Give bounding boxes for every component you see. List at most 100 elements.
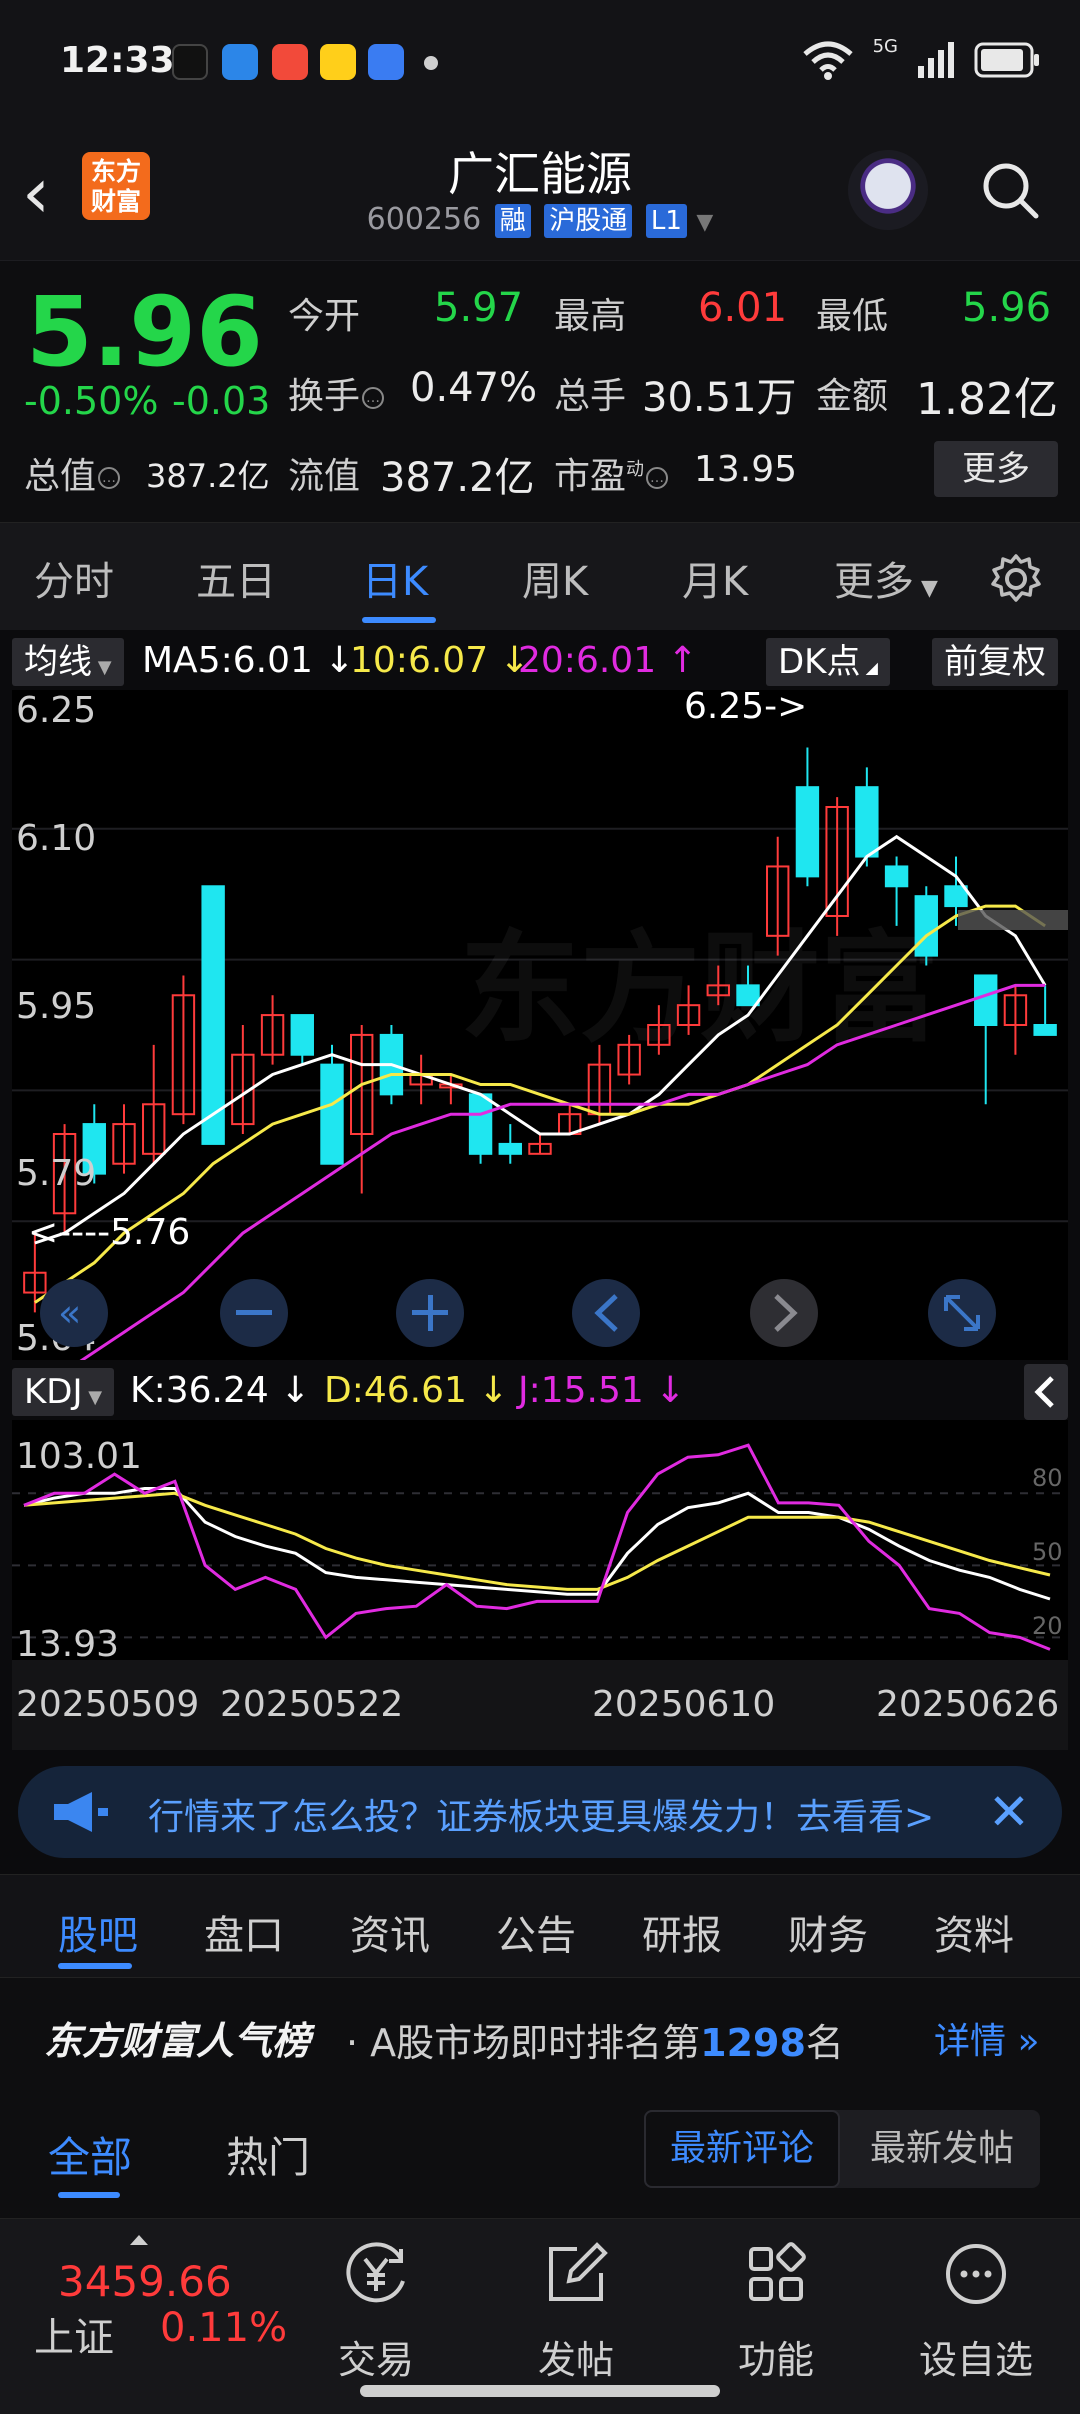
tab-profile[interactable]: 资料 bbox=[934, 1903, 1014, 1961]
rank-detail-link[interactable]: 详情 » bbox=[934, 2012, 1039, 2064]
tab-research[interactable]: 研报 bbox=[642, 1903, 722, 1961]
active-tab-indicator bbox=[362, 617, 436, 623]
kline-y-tick: 5.95 bbox=[16, 986, 96, 1027]
date-label-3: 20250610 bbox=[592, 1684, 775, 1725]
sort-latest-comments[interactable]: 最新评论 bbox=[644, 2110, 840, 2188]
nav-functions-label: 功能 bbox=[737, 2338, 814, 2382]
ma10-text: 10:6.07 bbox=[350, 640, 489, 681]
last-price: 5.96 bbox=[26, 276, 263, 388]
turnover-value: 0.47% bbox=[410, 365, 538, 411]
candle-body bbox=[855, 786, 879, 858]
promo-banner[interactable]: 行情来了怎么投？证券板块更具爆发力！去看看> ✕ bbox=[18, 1766, 1062, 1858]
candle-body bbox=[468, 1093, 493, 1155]
scroll-right-button[interactable] bbox=[750, 1279, 818, 1347]
kdj-indicator-selector[interactable]: KDJ ▼ bbox=[12, 1368, 115, 1416]
ma-indicator-bar: 均线 ▼ MA5:6.01 ↓ 10:6.07 ↓ 20:6.01 ↑ DK点 … bbox=[0, 630, 1080, 690]
kdj-k-text: K:36.24 bbox=[130, 1370, 269, 1411]
tiktok-icon bbox=[172, 44, 208, 80]
high-value: 6.01 bbox=[698, 285, 788, 331]
nav-post-label: 发帖 bbox=[537, 2338, 614, 2382]
open-label: 今开 bbox=[288, 296, 361, 337]
tab-monthly-k[interactable]: 月K bbox=[682, 549, 748, 607]
tab-news[interactable]: 资讯 bbox=[350, 1903, 430, 1961]
dk-label: DK点 bbox=[778, 642, 861, 682]
mktcap-label-text: 总值 bbox=[24, 456, 97, 497]
content-tabs: 股吧 盘口 资讯 公告 研报 财务 资料 bbox=[0, 1874, 1080, 1978]
stock-header: ‹ 东方财富 广汇能源 600256 融 沪股通 L1 ▼ bbox=[0, 130, 1080, 260]
filter-hot[interactable]: 热门 bbox=[226, 2124, 310, 2185]
change-amount: -0.03 bbox=[172, 379, 271, 423]
candle-body bbox=[944, 885, 968, 908]
info-icon[interactable]: … bbox=[98, 467, 121, 489]
candle-body bbox=[736, 984, 760, 1007]
kdj-chart-bg bbox=[12, 1420, 1068, 1660]
collapse-panel-button[interactable] bbox=[1024, 1364, 1068, 1420]
float-value: 387.2亿 bbox=[380, 455, 535, 501]
nav-trade[interactable]: 交易 bbox=[296, 2233, 456, 2382]
tab-five-day[interactable]: 五日 bbox=[196, 549, 276, 607]
expand-up-icon[interactable] bbox=[130, 2235, 148, 2245]
sort-latest-posts[interactable]: 最新发帖 bbox=[844, 2110, 1040, 2188]
ma10-value: 10:6.07 ↓ bbox=[350, 640, 530, 681]
kdj-ymin: 13.93 bbox=[16, 1624, 119, 1665]
rank-text-post: 名 bbox=[805, 2021, 844, 2065]
min-price-note: <----5.76 bbox=[28, 1212, 190, 1253]
assistant-robot-icon[interactable] bbox=[848, 150, 928, 230]
wifi-icon bbox=[802, 41, 853, 80]
period-tabs: 分时 五日 日K 周K 月K 更多 ▼ bbox=[0, 522, 1080, 630]
candle-body bbox=[320, 1063, 344, 1165]
search-icon[interactable] bbox=[980, 160, 1040, 220]
watermark: 东方财富 bbox=[460, 920, 940, 1059]
scroll-left-button[interactable] bbox=[572, 1279, 640, 1347]
nav-functions[interactable]: 功能 bbox=[696, 2233, 856, 2382]
post-filter-row: 全部 热门 最新评论 最新发帖 bbox=[0, 2088, 1080, 2218]
settings-gear-icon[interactable] bbox=[990, 553, 1042, 605]
kdj-d-value: D:46.61 ↓ bbox=[324, 1370, 509, 1411]
info-icon[interactable]: … bbox=[362, 387, 385, 409]
pe-superscript: 动 bbox=[626, 459, 645, 480]
status-time: 12:33 bbox=[60, 40, 175, 81]
candle bbox=[201, 885, 225, 1145]
pe-label: 市盈动… bbox=[554, 447, 669, 499]
index-value[interactable]: 3459.66 bbox=[58, 2257, 232, 2306]
info-icon[interactable]: … bbox=[646, 467, 669, 489]
filter-all[interactable]: 全部 bbox=[48, 2124, 132, 2185]
kdj-indicator-label: KDJ bbox=[24, 1372, 83, 1412]
tab-daily-k[interactable]: 日K bbox=[362, 549, 428, 607]
tab-finance[interactable]: 财务 bbox=[788, 1903, 868, 1961]
tab-weekly-k[interactable]: 周K bbox=[522, 549, 588, 607]
double-chevron-right-icon: » bbox=[1006, 2021, 1040, 2062]
more-circle-icon bbox=[946, 2244, 1006, 2304]
pe-value: 13.95 bbox=[694, 449, 798, 490]
candle-body bbox=[914, 895, 938, 957]
nav-add-watchlist[interactable]: 设自选 bbox=[896, 2233, 1056, 2382]
candle-body bbox=[884, 865, 909, 888]
volume-value: 30.51万 bbox=[642, 375, 797, 421]
dk-point-button[interactable]: DK点 ◢ bbox=[766, 638, 890, 686]
close-icon[interactable]: ✕ bbox=[988, 1782, 1030, 1842]
tab-more[interactable]: 更多 ▼ bbox=[834, 549, 938, 607]
candle-body bbox=[498, 1142, 522, 1155]
tab-order-book[interactable]: 盘口 bbox=[204, 1903, 284, 1961]
adjust-button[interactable]: 前复权 bbox=[932, 638, 1058, 686]
more-notifications-dot bbox=[424, 56, 438, 70]
tab-guba[interactable]: 股吧 bbox=[58, 1903, 138, 1961]
kline-chart[interactable]: 东方财富 6.256.105.955.795.64 6.25-> <----5.… bbox=[0, 690, 1080, 1360]
kdj-chart[interactable]: 103.01 13.93 80 50 20 20250509 20250522 … bbox=[0, 1420, 1080, 1750]
candle-body bbox=[974, 974, 998, 1027]
tab-intraday[interactable]: 分时 bbox=[34, 549, 114, 607]
float-label: 流值 bbox=[288, 456, 361, 497]
bottom-bar: 3459.66 上证 0.11% 交易 发帖 功能 设自选 bbox=[0, 2218, 1080, 2414]
tab-announcements[interactable]: 公告 bbox=[496, 1903, 576, 1961]
more-quote-button[interactable]: 更多 bbox=[934, 441, 1058, 497]
change-percent: -0.50% bbox=[24, 379, 159, 423]
candle-body bbox=[1033, 1024, 1057, 1036]
active-filter-indicator bbox=[58, 2192, 120, 2198]
ma-indicator-selector[interactable]: 均线 ▼ bbox=[12, 638, 124, 686]
ma-indicator-label: 均线 bbox=[24, 642, 92, 682]
dropdown-icon: ▼ bbox=[82, 1387, 103, 1408]
nav-post[interactable]: 发帖 bbox=[496, 2233, 656, 2382]
popularity-rank-row[interactable]: 东方财富人气榜 · A股市场即时排名第1298名 详情 » bbox=[0, 1978, 1080, 2088]
turnover-label: 换手… bbox=[288, 367, 385, 419]
ma20-value: 20:6.01 ↑ bbox=[518, 640, 698, 681]
